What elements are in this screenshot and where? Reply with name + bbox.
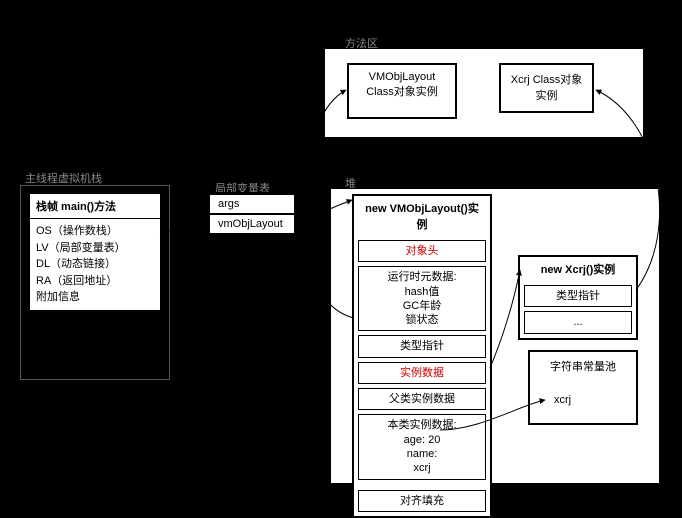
- self-instance-data: 本类实例数据: age: 20 name: xcrj: [358, 414, 486, 479]
- self-data-l3: name:: [364, 447, 480, 461]
- vmobj-type-ptr: 类型指针: [358, 335, 486, 357]
- instance-data-label: 实例数据: [358, 362, 486, 384]
- runtime-hash: hash值: [364, 285, 480, 299]
- xcrj-class-box: Xcrj Class对象实例: [499, 63, 594, 113]
- obj-header-label: 对象头: [358, 240, 486, 262]
- stack-frame: 栈帧 main()方法 OS（操作数栈） LV（局部变量表） DL（动态链接） …: [28, 192, 162, 312]
- xcrj-instance: new Xcrj()实例 类型指针 ...: [518, 255, 638, 340]
- stack-frame-title: 栈帧 main()方法: [30, 194, 160, 219]
- self-data-l2: age: 20: [364, 433, 480, 447]
- vmobj-class-text: VMObjLayout Class对象实例: [366, 71, 438, 98]
- stack-frame-body: OS（操作数栈） LV（局部变量表） DL（动态链接） RA（返回地址） 附加信…: [30, 219, 160, 310]
- parent-instance-data: 父类实例数据: [358, 388, 486, 410]
- stack-dl: DL（动态链接）: [36, 256, 154, 273]
- xcrj-more: ...: [524, 311, 632, 333]
- vmobj-instance-title: new VMObjLayout()实例: [354, 196, 490, 236]
- xcrj-class-text: Xcrj Class对象实例: [511, 74, 583, 102]
- xcrj-instance-title: new Xcrj()实例: [520, 257, 636, 281]
- local-vmobjlayout: vmObjLayout: [209, 214, 295, 234]
- string-pool-item: xcrj: [554, 394, 630, 406]
- stack-extra: 附加信息: [36, 289, 154, 306]
- stack-os: OS（操作数栈）: [36, 223, 154, 240]
- self-data-l1: 本类实例数据:: [364, 418, 480, 432]
- vmobj-instance: new VMObjLayout()实例 对象头 运行时元数据: hash值 GC…: [352, 194, 492, 518]
- stack-lv: LV（局部变量表）: [36, 240, 154, 257]
- thread-stack-label: 主线程虚拟机栈: [25, 170, 102, 186]
- method-area-box: VMObjLayout Class对象实例 Xcrj Class对象实例: [324, 48, 644, 138]
- runtime-meta: 运行时元数据: hash值 GC年龄 锁状态: [358, 266, 486, 331]
- self-data-l4: xcrj: [364, 461, 480, 475]
- string-pool-title: 字符串常量池: [536, 358, 630, 374]
- stack-ra: RA（返回地址）: [36, 273, 154, 290]
- local-args: args: [209, 194, 295, 214]
- runtime-gc: GC年龄: [364, 299, 480, 313]
- runtime-meta-title: 运行时元数据:: [364, 270, 480, 284]
- vmobj-class-box: VMObjLayout Class对象实例: [347, 63, 457, 119]
- vmobj-padding: 对齐填充: [358, 490, 486, 512]
- local-var-table: args vmObjLayout: [207, 192, 297, 236]
- xcrj-type-ptr: 类型指针: [524, 285, 632, 307]
- string-pool: 字符串常量池 xcrj: [528, 350, 638, 425]
- runtime-lock: 锁状态: [364, 313, 480, 327]
